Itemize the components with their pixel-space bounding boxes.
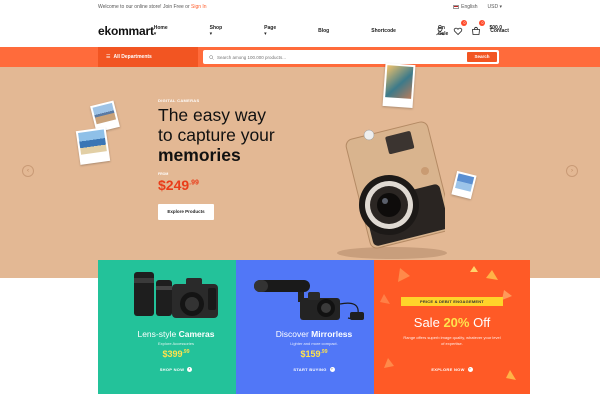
card-title: Discover Mirrorless <box>236 329 392 339</box>
card-price-main: $159 <box>300 349 321 359</box>
wishlist-count-badge: 0 <box>461 20 468 26</box>
nav-item-label: Shortcode <box>371 27 396 34</box>
promo-card-mirrorless[interactable]: Discover Mirrorless Lighter and more com… <box>236 260 392 394</box>
hero-category-label: DIGITAL CAMERAS <box>158 98 200 103</box>
hero-banner: ‹ › DIGITAL CAMERAS The easy way to capt… <box>0 63 600 278</box>
nav-item-label: Blog <box>318 27 330 34</box>
language-label: English <box>461 4 478 10</box>
polaroid-photo-sea <box>75 127 111 165</box>
sign-in-link[interactable]: Sign In <box>191 4 207 10</box>
card-title-light: Discover <box>275 329 309 339</box>
chevron-down-icon: ▾ <box>153 30 157 37</box>
all-departments-button[interactable]: ☰ All Departments <box>98 47 198 67</box>
card-subtitle: Explore Accessories <box>157 341 194 346</box>
promo-card-cameras[interactable]: Lens-style Cameras Explore Accessories $… <box>98 260 254 394</box>
nav-item-shortcode[interactable]: Shortcode <box>371 28 417 34</box>
card-title: Lens-style Cameras <box>98 329 254 339</box>
promo-tag: PRICE & DEBIT ENGAGEMENT <box>401 297 503 306</box>
us-flag-icon <box>453 4 460 9</box>
hero-title: The easy way to capture your memories <box>158 105 358 165</box>
card-link-label: EXPLORE NOW <box>431 367 465 372</box>
sale-title-light: Sale <box>413 315 440 330</box>
menu-icon: ☰ <box>106 54 111 60</box>
sale-percent: 20% <box>443 315 470 330</box>
hero-title-bold: memories <box>158 145 241 165</box>
search-bar: ☰ All Departments Search <box>0 47 600 67</box>
search-input[interactable] <box>217 54 457 60</box>
chevron-right-icon: › <box>329 367 335 373</box>
cart-icon[interactable]: 0 <box>471 20 486 35</box>
cart-count-badge: 0 <box>479 20 486 26</box>
card-price: $399.99 <box>98 349 254 359</box>
promo-card-sale[interactable]: PRICE & DEBIT ENGAGEMENT Sale 20% Off Ra… <box>374 260 530 394</box>
logo[interactable]: ekommart <box>98 24 154 38</box>
hero-price-main: $249 <box>158 177 190 193</box>
chevron-down-icon: ▾ <box>499 4 502 10</box>
search-button[interactable]: Search <box>467 52 497 62</box>
card-subtitle: Lighter and more compact. <box>290 341 338 346</box>
sale-description: Range offers superb image quality, whate… <box>403 335 501 346</box>
chevron-right-icon: › <box>467 367 473 373</box>
card-title-bold: Cameras <box>178 329 215 339</box>
search-box: Search <box>203 50 499 64</box>
welcome-text: Welcome to our online store! Join Free o… <box>98 4 207 10</box>
nav-item-home[interactable]: Home ▾ <box>154 25 189 37</box>
card-title-light: Lens-style <box>137 329 177 339</box>
explore-products-button[interactable]: Explore Products <box>158 204 214 220</box>
polaroid-photo-friends <box>382 63 416 108</box>
card-price-main: $399 <box>162 349 183 359</box>
top-bar: Welcome to our online store! Join Free o… <box>0 0 600 14</box>
polaroid-photo-sky <box>451 170 477 200</box>
card-link-label: SHOP NOW <box>159 367 185 372</box>
language-selector[interactable]: English <box>453 4 478 10</box>
locale-switchers: English USD ▾ <box>453 4 502 10</box>
user-icon[interactable] <box>435 23 445 36</box>
explore-now-link[interactable]: EXPLORE NOW › <box>374 367 530 373</box>
card-link-label: START BUYING <box>293 367 327 372</box>
hero-title-line-1: The easy way <box>158 105 266 125</box>
welcome-message: Welcome to our online store! Join Free o… <box>98 4 190 10</box>
start-buying-link[interactable]: START BUYING › <box>236 367 392 373</box>
chevron-right-icon: › <box>187 367 193 373</box>
chevron-down-icon: ▾ <box>209 30 213 37</box>
hero-title-line-2: to capture your <box>158 125 275 145</box>
hero-price: $249.99 <box>158 177 199 193</box>
sale-title-end: Off <box>473 315 491 330</box>
nav-item-page[interactable]: Page ▾ <box>264 25 297 37</box>
currency-label: USD <box>487 4 499 10</box>
carousel-next-button[interactable]: › <box>566 165 578 177</box>
card-price-cents: .99 <box>320 349 328 355</box>
search-icon <box>209 54 214 60</box>
sale-title: Sale 20% Off <box>374 315 530 330</box>
header-icons: 0 0 $00.0 <box>435 20 502 36</box>
dslr-camera-image <box>134 272 218 318</box>
card-price: $159.99 <box>236 349 392 359</box>
currency-selector[interactable]: USD ▾ <box>488 4 502 10</box>
nav-item-blog[interactable]: Blog <box>318 28 350 34</box>
page: Welcome to our online store! Join Free o… <box>0 0 600 400</box>
departments-label: All Departments <box>113 54 152 60</box>
chevron-down-icon: ▾ <box>264 30 267 37</box>
card-price-cents: .99 <box>182 349 190 355</box>
instant-camera-image <box>345 121 445 249</box>
shop-now-link[interactable]: SHOP NOW › <box>98 367 254 373</box>
hero-price-cents: .99 <box>189 179 199 187</box>
carousel-prev-button[interactable]: ‹ <box>22 165 34 177</box>
header: ekommart Home ▾ Shop ▾ Page ▾ Blog Short… <box>0 14 600 47</box>
wishlist-heart-icon[interactable]: 0 <box>453 20 468 36</box>
card-title-bold: Mirrorless <box>311 329 353 339</box>
price-from-label: FROM <box>158 172 169 176</box>
nav-item-shop[interactable]: Shop ▾ <box>210 25 244 37</box>
mirrorless-camera-image <box>254 280 364 320</box>
cart-total[interactable]: $00.0 <box>489 25 502 31</box>
